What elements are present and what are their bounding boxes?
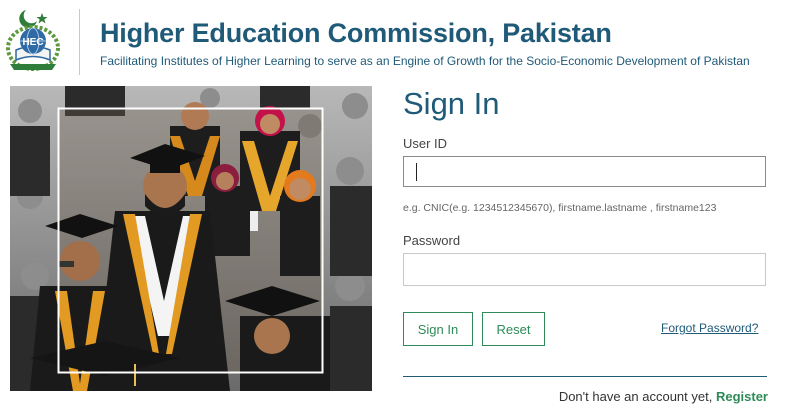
user-id-hint: e.g. CNIC(e.g. 1234512345670), firstname… (403, 202, 717, 214)
no-account-text: Don't have an account yet, (558, 389, 713, 404)
header-divider (79, 9, 80, 75)
register-link[interactable]: Register (716, 389, 768, 404)
password-input[interactable] (403, 253, 766, 286)
text-cursor (416, 163, 417, 181)
user-id-input[interactable] (403, 156, 766, 187)
hec-logo-icon: HEC (4, 8, 62, 74)
forgot-password-link[interactable]: Forgot Password? (661, 321, 758, 335)
user-id-label: User ID (403, 136, 448, 151)
sign-in-heading: Sign In (403, 86, 500, 121)
site-header: HEC Higher Education Commission, Pakista… (0, 0, 796, 80)
password-label: Password (403, 233, 461, 248)
reset-button[interactable]: Reset (482, 312, 545, 346)
site-tagline: Facilitating Institutes of Higher Learni… (100, 54, 750, 68)
hero-graduates-image (10, 86, 372, 391)
site-title: Higher Education Commission, Pakistan (100, 18, 612, 48)
register-prompt: Don't have an account yet, Register (559, 389, 768, 404)
logo-text: HEC (22, 37, 43, 48)
sign-in-button[interactable]: Sign In (403, 312, 473, 346)
form-divider (403, 376, 767, 377)
